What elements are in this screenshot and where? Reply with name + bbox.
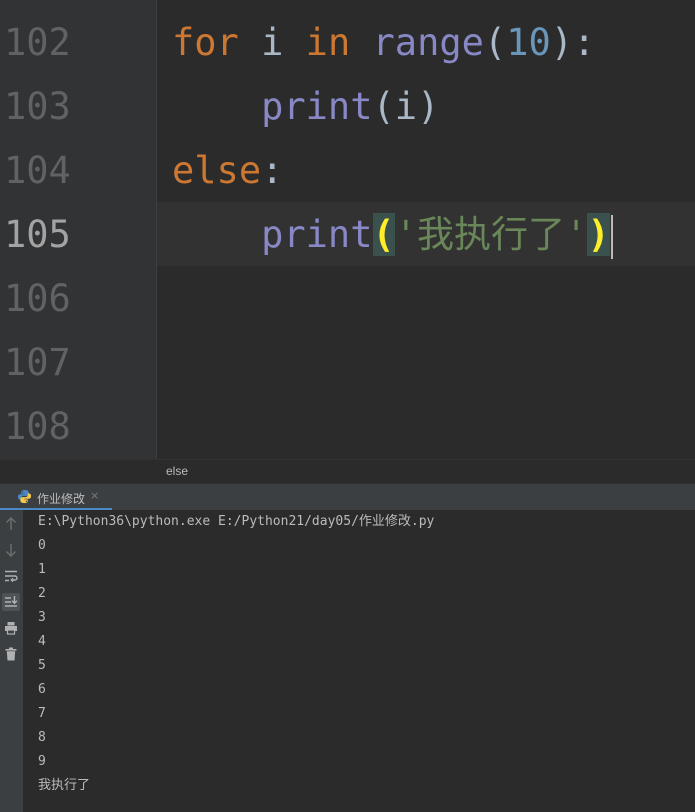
paren-open: ( (483, 21, 507, 64)
python-icon (17, 489, 32, 504)
console-command-line: E:\Python36\python.exe E:/Python21/day05… (38, 514, 435, 529)
line-number: 108 (4, 405, 71, 448)
paren-open-matched: ( (372, 213, 395, 256)
text-caret (610, 214, 613, 259)
line-number: 104 (4, 149, 71, 192)
string-literal: '我执行了' (394, 213, 588, 256)
console-line: 4 (38, 634, 46, 649)
paren-close-matched: ) (587, 213, 610, 256)
code-line-102[interactable]: for i in range(10): (172, 11, 595, 75)
paren-close: ) (550, 21, 574, 64)
console-line: 7 (38, 706, 46, 721)
keyword-for: for (172, 21, 239, 64)
console-line: 5 (38, 658, 46, 673)
soft-wrap-icon[interactable] (2, 567, 20, 585)
console-line: 2 (38, 586, 46, 601)
arrow-up-icon[interactable] (2, 515, 20, 533)
console-line: 6 (38, 682, 46, 697)
builtin-range: range (372, 21, 484, 64)
number-literal: 10 (506, 21, 551, 64)
console-line: 我执行了 (38, 778, 91, 793)
scroll-to-end-icon[interactable] (2, 593, 20, 611)
print-icon[interactable] (2, 619, 20, 637)
code-line-104[interactable]: else: (172, 139, 283, 203)
line-number: 103 (4, 85, 71, 128)
run-tab-label: 作业修改 (37, 492, 86, 506)
code-editor[interactable]: 102 103 104 105 106 107 108 for i in ran… (0, 0, 695, 459)
colon: : (261, 149, 284, 192)
run-panel-header: 作业修改 × (0, 483, 695, 511)
breadcrumb-item-else[interactable]: else (166, 464, 188, 478)
paren-open: ( (372, 85, 395, 128)
run-toolbar (0, 510, 23, 812)
line-number-current: 105 (4, 213, 71, 256)
paren-close: ) (417, 85, 440, 128)
trash-icon[interactable] (2, 645, 20, 663)
code-line-103[interactable]: print(i) (172, 75, 439, 139)
console-line: 3 (38, 610, 46, 625)
arrow-down-icon[interactable] (2, 541, 20, 559)
colon: : (573, 21, 596, 64)
console-line: 8 (38, 730, 46, 745)
variable-i: i (261, 21, 284, 64)
line-number: 102 (4, 21, 71, 64)
console-line: 9 (38, 754, 46, 769)
builtin-print: print (261, 85, 373, 128)
code-line-105[interactable]: print('我执行了') (172, 203, 613, 267)
run-tab[interactable]: 作业修改 × (0, 484, 112, 511)
console-line: 1 (38, 562, 46, 577)
keyword-else: else (172, 149, 262, 192)
run-console-output[interactable]: E:\Python36\python.exe E:/Python21/day05… (23, 510, 695, 812)
console-line: 0 (38, 538, 46, 553)
keyword-in: in (305, 21, 351, 64)
builtin-print: print (261, 213, 373, 256)
breadcrumb: else (0, 459, 695, 483)
argument-i: i (394, 85, 418, 128)
line-number: 106 (4, 277, 71, 320)
close-icon[interactable]: × (90, 489, 99, 502)
line-number: 107 (4, 341, 71, 384)
